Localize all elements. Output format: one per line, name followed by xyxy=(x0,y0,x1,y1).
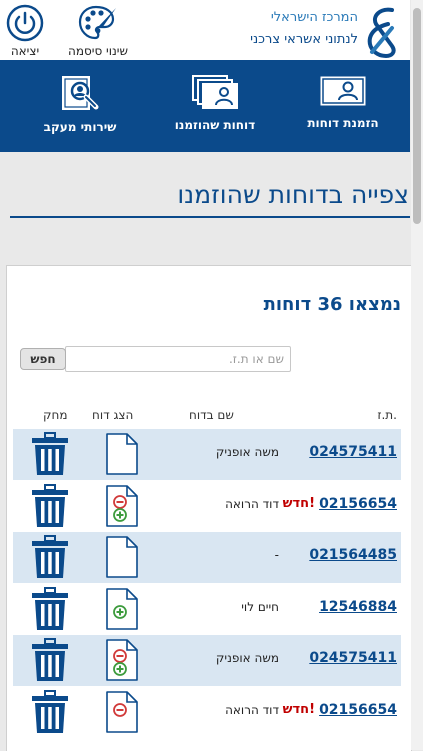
report-name: חיים לוי xyxy=(241,599,279,614)
change-password-label: שינוי סיסמה xyxy=(67,44,128,58)
column-header-id: ת.ז. xyxy=(377,408,397,422)
logo-title: המרכז הישראלי xyxy=(270,10,358,25)
nav-order-reports[interactable]: הזמנת דוחות xyxy=(288,74,398,130)
report-id-link[interactable]: 02156654 xyxy=(319,496,397,512)
new-badge: חדש! xyxy=(282,701,315,717)
logo-subtitle: לנתוני אשראי צרכני xyxy=(250,32,358,47)
exit-label: יציאה xyxy=(10,44,40,58)
palette-brush-icon xyxy=(78,5,116,40)
report-name: משה אופניק xyxy=(215,651,279,665)
delete-trash-icon[interactable] xyxy=(31,483,69,532)
table-row: 02156654 חדש! דוד הרואה xyxy=(13,480,401,532)
table-row: 021564485 - xyxy=(13,532,401,583)
id-card-icon xyxy=(320,76,366,106)
report-id-link[interactable]: 024575411 xyxy=(309,650,397,666)
show-report-icon[interactable] xyxy=(105,484,141,532)
report-id-link[interactable]: 024575411 xyxy=(309,444,397,460)
table-row: 024575411 משה אופניק xyxy=(13,635,401,686)
title-divider xyxy=(10,216,410,218)
report-name: דוד הרואה xyxy=(225,496,279,511)
top-header: יציאה שינוי סיסמה המרכז הישראלי לנתוני א… xyxy=(0,0,410,60)
delete-trash-icon[interactable] xyxy=(31,586,69,635)
show-report-icon[interactable] xyxy=(105,587,141,635)
delete-trash-icon[interactable] xyxy=(31,535,69,583)
search-input[interactable] xyxy=(65,346,291,372)
delete-trash-icon[interactable] xyxy=(31,432,69,480)
show-report-icon[interactable] xyxy=(105,638,141,686)
new-badge: חדש! xyxy=(282,495,315,511)
nav-order-reports-label: הזמנת דוחות xyxy=(307,116,379,130)
report-id-link[interactable]: 12546884 xyxy=(319,599,397,615)
column-header-show-report: הצג דוח xyxy=(92,408,134,422)
search-button[interactable]: חפש xyxy=(20,348,66,370)
report-id-link[interactable]: 02156654 xyxy=(319,702,397,718)
search-person-icon xyxy=(62,76,99,110)
table-row: 02156654 חדש! דוד הרואה xyxy=(13,686,401,738)
nav-ordered-reports[interactable]: דוחות שהוזמנו xyxy=(160,74,270,132)
results-panel: נמצאו 36 דוחות חפש ת.ז. שם בדוח הצג דוח … xyxy=(6,265,412,751)
show-report-icon[interactable] xyxy=(105,432,141,480)
nav-tracking-services-label: שירותי מעקב xyxy=(43,120,117,134)
page-scrollbar[interactable] xyxy=(411,0,423,750)
table-row: 024575411 משה אופניק xyxy=(13,429,401,480)
report-name: משה אופניק xyxy=(215,445,279,459)
show-report-icon[interactable] xyxy=(105,535,141,583)
exit-button[interactable]: יציאה xyxy=(4,4,46,58)
main-nav: הזמנת דוחות דוחות שהוזמנו שירותי מעקב xyxy=(0,60,410,152)
table-row: 12546884 חיים לוי xyxy=(13,583,401,635)
scrollbar-thumb[interactable] xyxy=(413,8,421,224)
nav-tracking-services[interactable]: שירותי מעקב xyxy=(25,74,135,134)
delete-trash-icon[interactable] xyxy=(31,638,69,686)
show-report-icon[interactable] xyxy=(105,690,141,738)
center-logo-icon xyxy=(367,7,396,58)
report-name: דוד הרואה xyxy=(225,702,279,717)
logo[interactable]: המרכז הישראלי לנתוני אשראי צרכני xyxy=(232,4,402,58)
report-name: - xyxy=(274,548,279,562)
change-password-button[interactable]: שינוי סיסמה xyxy=(58,4,138,58)
delete-trash-icon[interactable] xyxy=(31,689,69,738)
results-count: נמצאו 36 דוחות xyxy=(263,294,401,315)
page-title: צפייה בדוחות שהוזמנו xyxy=(177,180,409,209)
column-header-name: שם בדוח xyxy=(189,408,234,422)
power-icon xyxy=(6,4,44,42)
column-header-delete: מחק xyxy=(43,408,68,422)
documents-stack-icon xyxy=(192,75,238,109)
report-id-link[interactable]: 021564485 xyxy=(309,547,397,563)
nav-ordered-reports-label: דוחות שהוזמנו xyxy=(174,118,256,132)
